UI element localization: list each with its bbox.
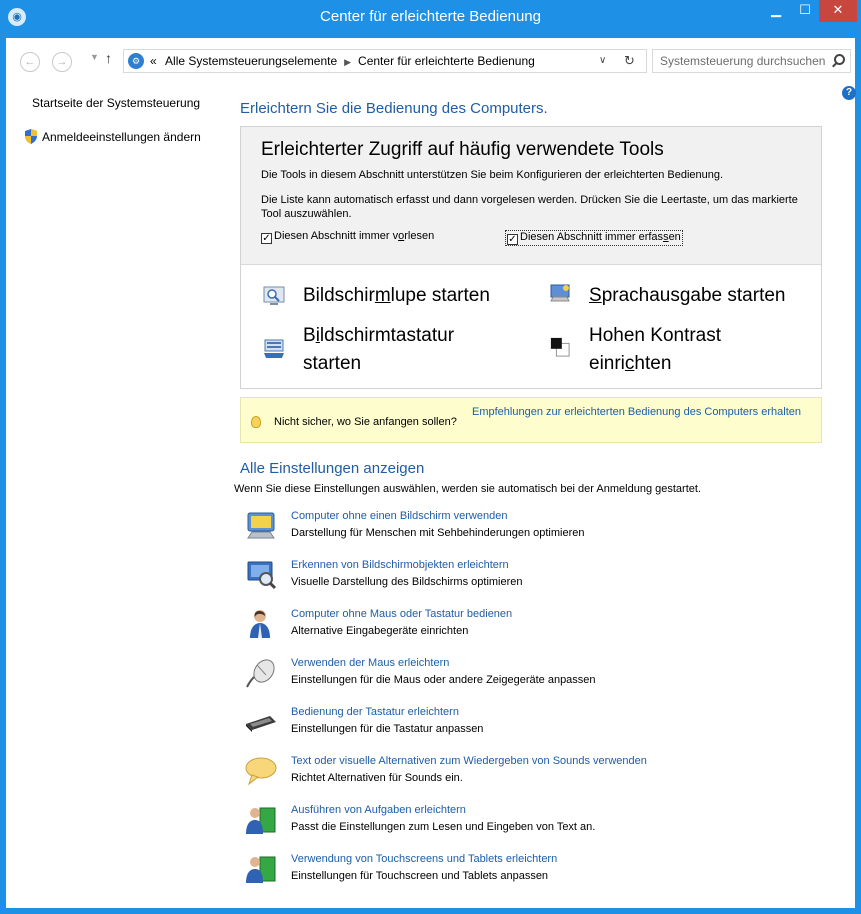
- all-settings-heading: Alle Einstellungen anzeigen: [240, 460, 425, 477]
- setting-item-no-display[interactable]: Computer ohne einen Bildschirm verwenden…: [244, 510, 824, 550]
- search-placeholder: Systemsteuerung durchsuchen: [660, 54, 826, 68]
- monitor-speaker-icon: [247, 512, 275, 539]
- page-heading: Erleichtern Sie die Bedienung des Comput…: [240, 100, 548, 117]
- breadcrumb-item-all-items[interactable]: Alle Systemsteuerungselemente: [165, 54, 337, 68]
- title-bar: ◉ Center für erleichterte Bedienung ▁ ☐ …: [0, 0, 861, 38]
- search-icon[interactable]: [834, 54, 845, 65]
- monitor-magnifier-icon: [247, 561, 277, 590]
- setup-high-contrast-button[interactable]: Hohen Kontrast einrichten: [549, 323, 809, 379]
- breadcrumb-path: « Alle Systemsteuerungselemente ▶ Center f…: [150, 54, 535, 68]
- all-settings-description: Wenn Sie diese Einstellungen auswählen, …: [234, 483, 701, 495]
- maximize-button[interactable]: ☐: [791, 0, 819, 22]
- tip-question: Nicht sicher, wo Sie anfangen sollen?: [274, 416, 457, 428]
- breadcrumb[interactable]: ⚙ « Alle Systemsteuerungselemente ▶ Center…: [123, 49, 647, 73]
- person-icon: [250, 610, 270, 638]
- up-button[interactable]: ↑: [105, 50, 112, 66]
- forward-button[interactable]: →: [52, 52, 72, 72]
- person-book-icon: [246, 807, 276, 834]
- recommendation-tip: Nicht sicher, wo Sie anfangen sollen? Em…: [240, 397, 822, 443]
- help-icon[interactable]: ?: [842, 86, 856, 100]
- narrator-icon: [550, 284, 570, 302]
- search-input[interactable]: Systemsteuerung durchsuchen: [652, 49, 851, 73]
- address-dropdown-chevron-icon[interactable]: ∨: [599, 55, 606, 66]
- nav-link-logon-settings[interactable]: Anmeldeeinstellungen ändern: [42, 130, 201, 144]
- quick-tools-scan-description: Die Liste kann automatisch erfasst und d…: [261, 194, 798, 220]
- back-button[interactable]: ←: [20, 52, 40, 72]
- checkbox-always-read[interactable]: ✓ Diesen Abschnitt immer vorlesen: [261, 230, 434, 244]
- setting-item-keyboard[interactable]: Bedienung der Tastatur erleichtern Einst…: [244, 706, 824, 746]
- checkbox-checked-icon[interactable]: ✓: [507, 234, 518, 245]
- quick-tools-panel: Erleichterter Zugriff auf häufig verwend…: [240, 126, 822, 389]
- mouse-icon: [246, 659, 275, 688]
- quick-tools-header: Erleichterter Zugriff auf häufig verwend…: [241, 127, 821, 265]
- checkbox-always-scan[interactable]: ✓ Diesen Abschnitt immer erfassen: [505, 230, 683, 246]
- setting-item-mouse[interactable]: Verwenden der Maus erleichtern Einstellu…: [244, 657, 824, 697]
- speech-bubble-icon: [245, 757, 277, 786]
- nav-link-control-panel-home[interactable]: Startseite der Systemsteuerung: [32, 96, 200, 110]
- close-button[interactable]: ✕: [819, 0, 857, 22]
- refresh-icon[interactable]: ↻: [624, 53, 635, 69]
- checkbox-checked-icon[interactable]: ✓: [261, 233, 272, 244]
- keyboard-icon: [246, 716, 276, 732]
- control-panel-icon: ⚙: [128, 53, 144, 69]
- start-narrator-button[interactable]: Sprachausgabe starten: [549, 283, 809, 313]
- quick-tools-description: Die Tools in diesem Abschnitt unterstütz…: [261, 169, 724, 181]
- setting-item-sound-alternatives[interactable]: Text oder visuelle Alternativen zum Wied…: [244, 755, 824, 795]
- start-magnifier-button[interactable]: Bildschirmlupe starten: [263, 283, 523, 313]
- recommendations-link[interactable]: Empfehlungen zur erleichterten Bedienung…: [472, 406, 812, 419]
- setting-item-touch[interactable]: Verwendung von Touchscreens und Tablets …: [244, 853, 824, 893]
- setting-item-screen-objects[interactable]: Erkennen von Bildschirmobjekten erleicht…: [244, 559, 824, 599]
- magnifier-icon: [263, 286, 285, 305]
- uac-shield-icon: [25, 129, 37, 144]
- minimize-button[interactable]: ▁: [761, 0, 791, 22]
- breadcrumb-overflow[interactable]: «: [150, 54, 157, 68]
- person-tablet-icon: [246, 856, 276, 883]
- setting-item-tasks[interactable]: Ausführen von Aufgaben erleichtern Passt…: [244, 804, 824, 844]
- address-bar: ← → ▼ ↑ ⚙ « Alle Systemsteuerungselement…: [6, 38, 855, 82]
- recent-pages-chevron-icon[interactable]: ▼: [90, 52, 99, 62]
- light-bulb-icon: [251, 416, 261, 428]
- window-title: Center für erleichterte Bedienung: [320, 8, 541, 25]
- high-contrast-icon: [550, 337, 570, 357]
- breadcrumb-separator-icon[interactable]: ▶: [344, 57, 351, 67]
- quick-tools-title: Erleichterter Zugriff auf häufig verwend…: [261, 139, 664, 160]
- start-onscreen-keyboard-button[interactable]: Bildschirmtastatur starten: [263, 323, 523, 379]
- setting-item-no-mouse-keyboard[interactable]: Computer ohne Maus oder Tastatur bediene…: [244, 608, 824, 648]
- breadcrumb-item-ease-center[interactable]: Center für erleichterte Bedienung: [358, 54, 535, 68]
- onscreen-keyboard-icon: [264, 339, 284, 358]
